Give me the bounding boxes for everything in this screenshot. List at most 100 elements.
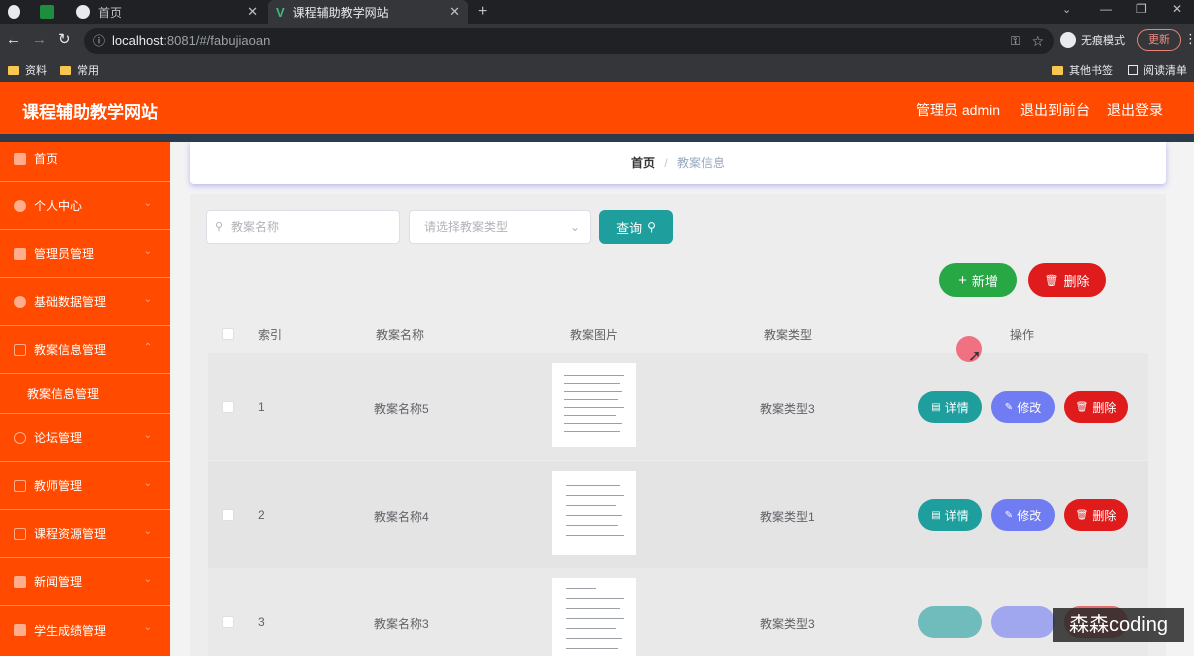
close-icon[interactable]: ✕	[449, 4, 460, 20]
breadcrumb-current: 教案信息	[677, 156, 726, 170]
lesson-type-placeholder: 请选择教案类型	[424, 220, 509, 234]
select-all-checkbox[interactable]	[222, 328, 234, 340]
sidebar-item-forum[interactable]: 论坛管理 ⌄	[0, 414, 170, 462]
row-checkbox[interactable]	[222, 616, 234, 628]
logout-link[interactable]: 退出登录	[1107, 100, 1163, 120]
lesson-name-input[interactable]: ⚲ 教案名称	[206, 210, 400, 244]
back-icon[interactable]: ←	[6, 31, 21, 48]
tab-label: 首页	[98, 5, 123, 20]
key-icon[interactable]: ⚿	[1011, 28, 1020, 54]
document-icon	[14, 343, 26, 356]
breadcrumb-home[interactable]: 首页	[631, 156, 655, 170]
restore-icon[interactable]: ❐	[1136, 2, 1147, 16]
sidebar: 首页 个人中心 ⌄ 管理员管理 ⌄ 基础数据管理 ⌄ 教案信息管理 ⌃ 教案信息管理 论…	[0, 142, 170, 656]
sidebar-item-grades[interactable]: 学生成绩管理 ⌄	[0, 606, 170, 654]
sidebar-item-lesson-plans[interactable]: 教案信息管理 ⌃	[0, 326, 170, 374]
tab-pinned-2[interactable]	[40, 0, 64, 24]
bookmark-folder[interactable]: 资料	[8, 62, 47, 78]
edit-button[interactable]: ✎ 修改	[991, 499, 1055, 531]
delete-button[interactable]: 🗑 删除	[1064, 391, 1128, 423]
row-index: 3	[258, 615, 265, 629]
menu-icon[interactable]: ⋮	[1184, 31, 1194, 47]
search-icon: ⚲	[215, 221, 224, 233]
header-name: 教案名称	[376, 328, 425, 342]
add-button[interactable]: + 新增	[939, 263, 1017, 297]
browser-tab-bar: 首页 ✕ V 课程辅助教学网站 ✕ + ⌄ — ❐ ✕	[0, 0, 1194, 24]
edit-button[interactable]: ✎ 修改	[991, 391, 1055, 423]
chevron-down-icon: ⌄	[143, 246, 152, 257]
incognito-indicator[interactable]: 无痕模式	[1060, 32, 1125, 48]
bookmark-folder[interactable]: 常用	[60, 62, 99, 78]
building-icon	[14, 247, 26, 260]
sidebar-item-admins[interactable]: 管理员管理 ⌄	[0, 230, 170, 278]
reading-list[interactable]: 阅读清单	[1128, 62, 1187, 78]
detail-button[interactable]: ▤ 详情	[918, 499, 982, 531]
chevron-down-icon: ⌄	[143, 478, 152, 489]
vue-icon: V	[276, 4, 285, 20]
edit-button[interactable]	[991, 606, 1055, 638]
incognito-label: 无痕模式	[1081, 35, 1125, 47]
exit-to-front-link[interactable]: 退出到前台	[1020, 100, 1090, 120]
trash-icon: 🗑	[1044, 274, 1059, 287]
info-icon: ⓘ	[93, 34, 106, 48]
sidebar-item-label: 学生成绩管理	[34, 623, 107, 638]
sidebar-item-label: 教师管理	[34, 479, 83, 493]
teacher-icon	[14, 479, 26, 492]
detail-button[interactable]	[918, 606, 982, 638]
delete-label: 删除	[1092, 400, 1117, 415]
star-icon[interactable]: ☆	[1031, 28, 1044, 54]
update-button[interactable]: 更新	[1137, 29, 1181, 51]
sidebar-item-course-resources[interactable]: 课程资源管理 ⌄	[0, 510, 170, 558]
sidebar-item-teachers[interactable]: 教师管理 ⌄	[0, 462, 170, 510]
table-row: 3 教案名称3 教案类型3	[208, 568, 1148, 656]
bookmark-label: 其他书签	[1069, 65, 1113, 77]
delete-button[interactable]: 🗑 删除	[1064, 499, 1128, 531]
table-row: 2 教案名称4 教案类型1 ▤ 详情 ✎ 修改 🗑 删除	[208, 461, 1148, 568]
breadcrumb: 首页 / 教案信息	[190, 142, 1166, 184]
tab-home[interactable]: 首页 ✕	[70, 0, 266, 24]
chevron-down-icon: ⌄	[143, 198, 152, 209]
lesson-type-select[interactable]: 请选择教案类型 ⌄	[409, 210, 591, 244]
bulk-delete-button[interactable]: 🗑 删除	[1028, 263, 1106, 297]
detail-button[interactable]: ▤ 详情	[918, 391, 982, 423]
tab-search-icon[interactable]: ⌄	[1062, 3, 1071, 16]
sidebar-item-news[interactable]: 新闻管理 ⌄	[0, 558, 170, 606]
query-button[interactable]: 查询 ⚲	[599, 210, 673, 244]
edit-icon: ✎	[1004, 509, 1014, 521]
close-window-icon[interactable]: ✕	[1172, 2, 1182, 16]
tab-pinned-1[interactable]	[8, 0, 28, 24]
edit-label: 修改	[1017, 400, 1042, 415]
detail-label: 详情	[944, 508, 969, 523]
bookmark-folder-other[interactable]: 其他书签	[1052, 62, 1113, 78]
row-type: 教案类型3	[760, 617, 815, 631]
reload-icon[interactable]: ↻	[58, 30, 71, 48]
sidebar-item-home[interactable]: 首页	[0, 136, 170, 182]
address-bar-row: ← → ↻ ⓘ localhost:8081/#/fabujiaoan ⚿ ☆ …	[0, 24, 1194, 58]
sidebar-item-basic-data[interactable]: 基础数据管理 ⌄	[0, 278, 170, 326]
sidebar-item-profile[interactable]: 个人中心 ⌄	[0, 182, 170, 230]
new-tab-button[interactable]: +	[478, 0, 494, 24]
row-image[interactable]	[552, 363, 636, 447]
row-name: 教案名称3	[374, 617, 429, 631]
trash-icon: 🗑	[1075, 509, 1089, 521]
flag-icon	[14, 575, 26, 588]
forward-icon[interactable]: →	[32, 31, 47, 48]
row-checkbox[interactable]	[222, 509, 234, 521]
row-name: 教案名称5	[374, 402, 429, 416]
sidebar-item-label: 个人中心	[34, 199, 83, 213]
row-type: 教案类型1	[760, 510, 815, 524]
table-row: 1 教案名称5 教案类型3 ▤ 详情 ✎ 修改 🗑 删除	[208, 353, 1148, 460]
sidebar-subitem-lesson-plans[interactable]: 教案信息管理	[0, 374, 170, 414]
reading-list-icon	[1128, 65, 1138, 75]
row-image[interactable]	[552, 471, 636, 555]
url-input[interactable]: ⓘ localhost:8081/#/fabujiaoan ⚿ ☆	[84, 28, 1054, 54]
close-icon[interactable]: ✕	[247, 4, 258, 20]
minimize-icon[interactable]: —	[1100, 2, 1112, 16]
tab-active[interactable]: V 课程辅助教学网站 ✕	[268, 0, 468, 24]
admin-label: 管理员 admin	[916, 102, 1001, 118]
row-checkbox[interactable]	[222, 401, 234, 413]
chevron-down-icon: ⌄	[143, 526, 152, 537]
query-label: 查询	[616, 220, 643, 236]
row-image[interactable]	[552, 578, 636, 656]
incognito-icon	[1060, 32, 1076, 48]
